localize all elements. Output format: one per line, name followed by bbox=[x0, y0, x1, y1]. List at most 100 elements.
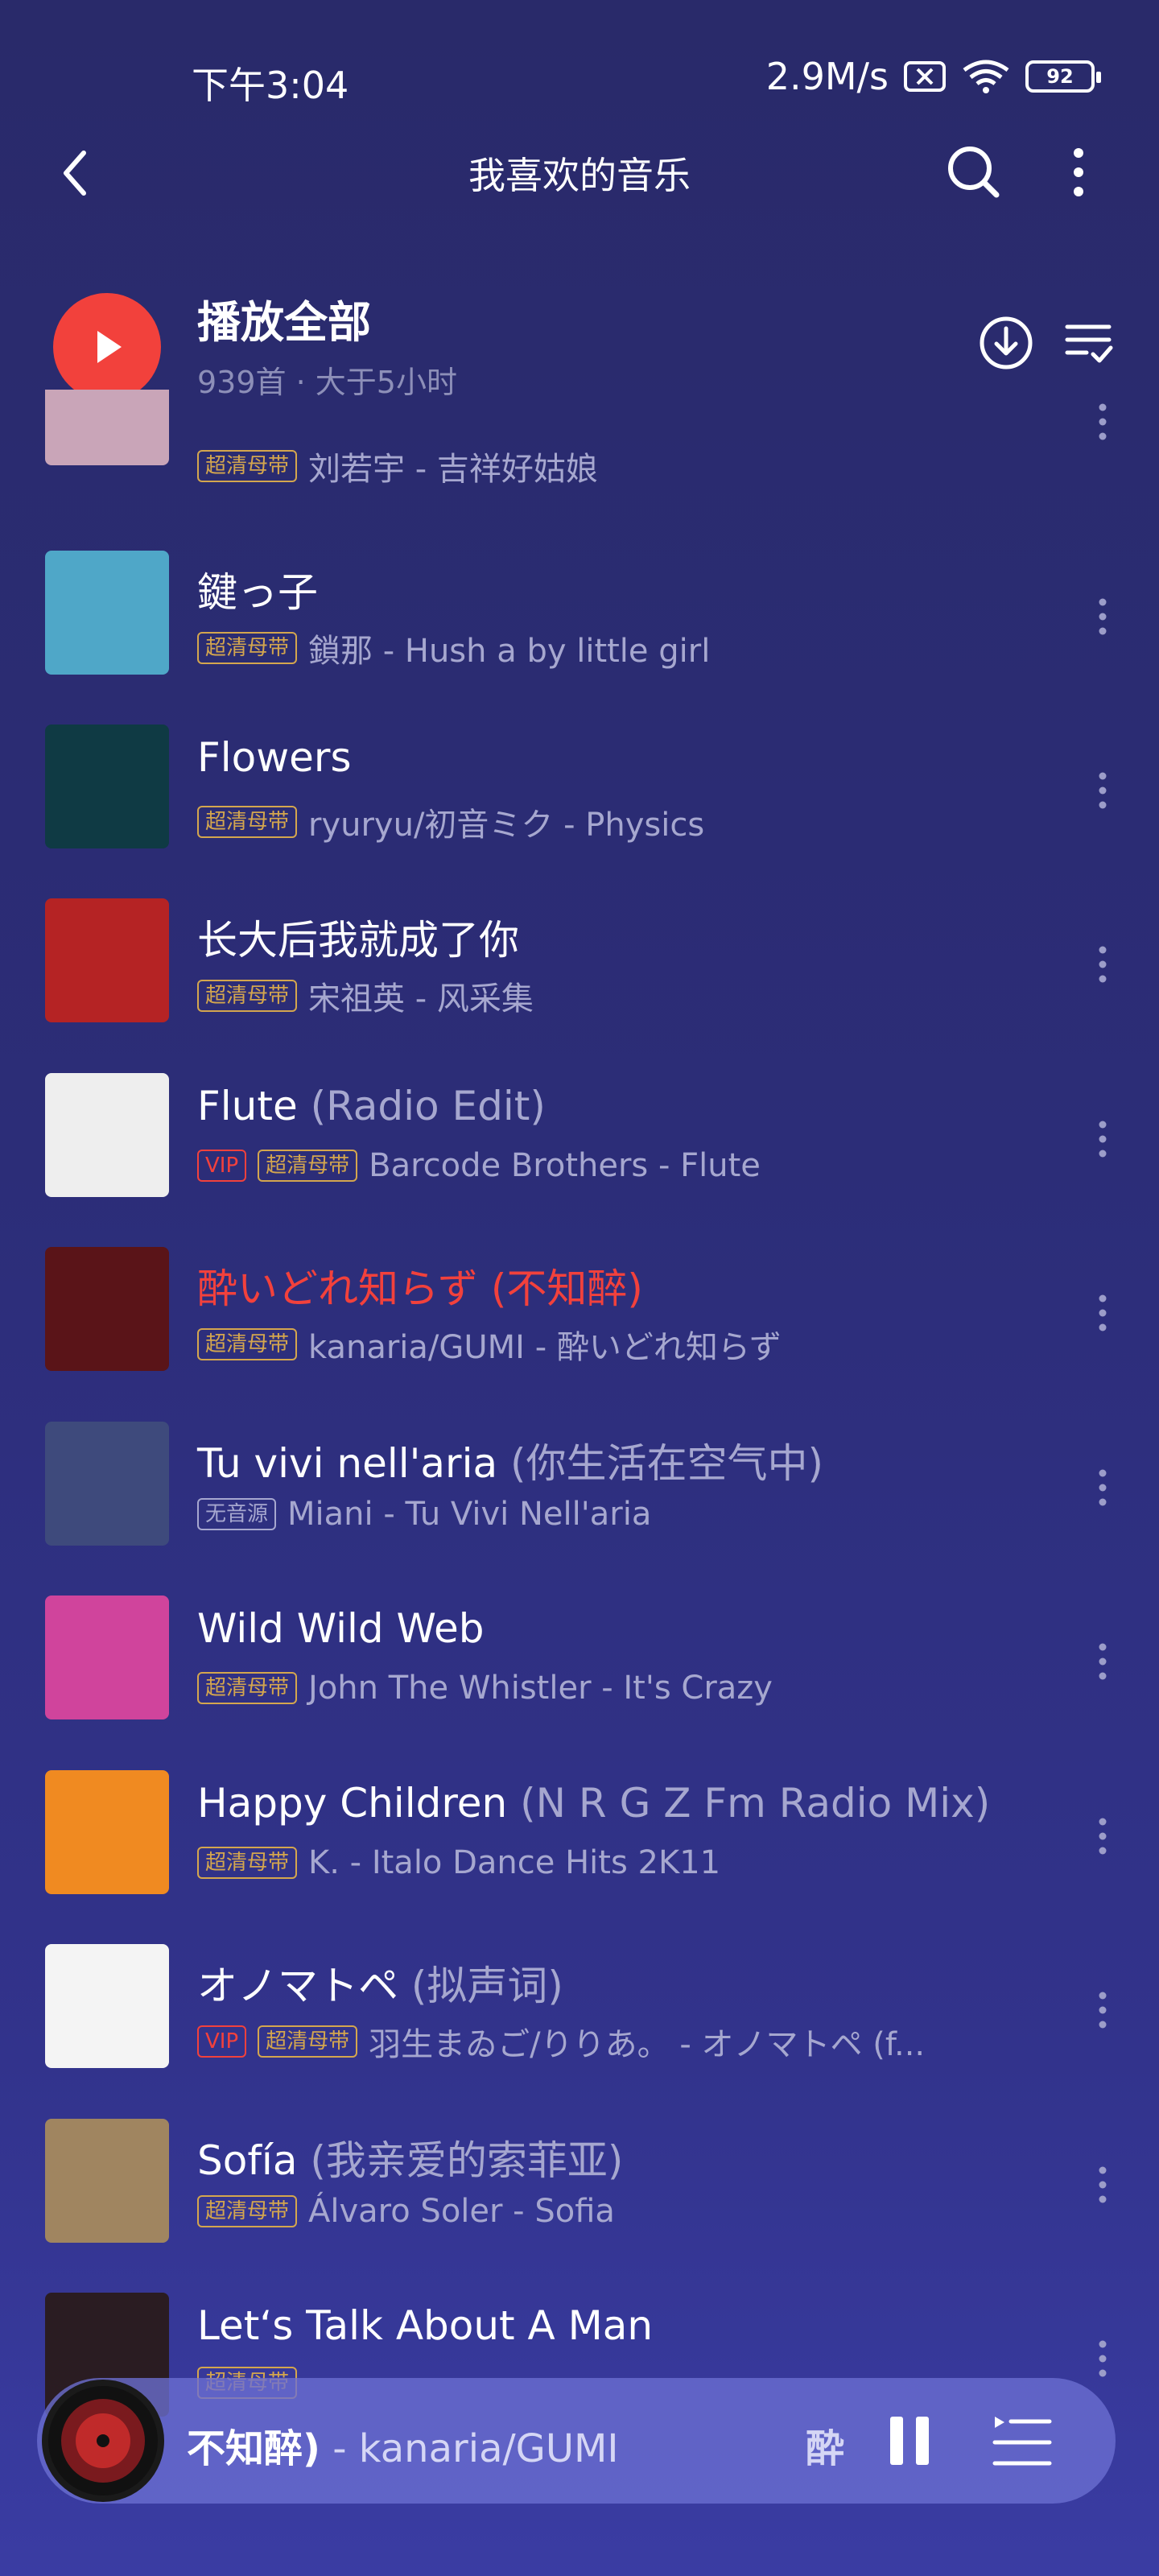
song-row[interactable]: Sofía (我亲爱的索菲亚) 超清母带 Álvaro Soler - Sofia bbox=[0, 2096, 1159, 2270]
song-meta: 超清母带 宋祖英 - 风采集 bbox=[197, 972, 534, 1019]
song-meta: 超清母带 John The Whistler - It's Crazy bbox=[197, 1670, 773, 1707]
quality-badge: 超清母带 bbox=[197, 450, 298, 482]
next-track-preview: 酔 bbox=[806, 2426, 845, 2471]
song-artist-album: 鎖那 - Hush a by little girl bbox=[308, 633, 711, 670]
album-cover bbox=[45, 898, 169, 1022]
now-playing-title: 不知醉) bbox=[187, 2426, 320, 2471]
song-row[interactable]: 酔いどれ知らず (不知醉) 超清母带 kanaria/GUMI - 酔いどれ知らず bbox=[0, 1224, 1159, 1398]
song-alias: (N R G Z Fm Radio Mix) bbox=[507, 1780, 991, 1827]
song-artist-album: John The Whistler - It's Crazy bbox=[308, 1670, 773, 1707]
song-row[interactable]: Wild Wild Web 超清母带 John The Whistler - It'… bbox=[0, 1573, 1159, 1747]
song-row[interactable]: 鍵っ子超清母带 鎖那 - Hush a by little girl bbox=[0, 528, 1159, 702]
no-source-badge: 无音源 bbox=[197, 1498, 277, 1530]
song-title: Flute (Radio Edit) bbox=[197, 1083, 546, 1129]
play-queue-icon[interactable] bbox=[992, 2413, 1053, 2471]
song-title: Let‘s Talk About A Man bbox=[197, 2302, 653, 2349]
song-more-icon[interactable] bbox=[1079, 1978, 1127, 2042]
song-artist-album: kanaria/GUMI - 酔いどれ知らず bbox=[308, 1329, 782, 1366]
song-title-text: Flute bbox=[197, 1083, 298, 1129]
song-meta: 超清母带 K. - Italo Dance Hits 2K11 bbox=[197, 1844, 720, 1881]
quality-badge: 超清母带 bbox=[197, 1328, 298, 1360]
song-title: オノマトペ (拟声词) bbox=[197, 1954, 563, 2012]
song-row[interactable]: オノマトペ (拟声词) VIP 超清母带 羽生まゐご/りりあ。 - オノマトペ (f.… bbox=[0, 1922, 1159, 2095]
song-alias: (不知醉) bbox=[478, 1265, 643, 1312]
song-meta: 超清母带 ryuryu/初音ミク - Physics bbox=[197, 799, 704, 845]
song-title: 鍵っ子 bbox=[197, 560, 318, 618]
song-title-text: Let‘s Talk About A Man bbox=[197, 2302, 654, 2349]
song-alias: (我亲爱的索菲亚) bbox=[297, 2137, 624, 2184]
song-meta: VIP 超清母带 Barcode Brothers - Flute bbox=[197, 1147, 761, 1184]
song-artist-album: Miani - Tu Vivi Nell'aria bbox=[287, 1496, 652, 1533]
song-more-icon[interactable] bbox=[1079, 758, 1127, 823]
song-more-icon[interactable] bbox=[1079, 1629, 1127, 1694]
song-meta: 超清母带 刘若宇 - 吉祥好姑娘 bbox=[197, 443, 598, 489]
quality-badge: 超清母带 bbox=[197, 632, 298, 664]
album-cover bbox=[45, 1944, 169, 2068]
song-title-text: 酔いどれ知らず bbox=[197, 1265, 478, 1312]
song-row[interactable]: Tu vivi nell'aria (你生活在空气中) 无音源 Miani - Tu… bbox=[0, 1399, 1159, 1573]
quality-badge: 超清母带 bbox=[258, 2025, 358, 2058]
song-more-icon[interactable] bbox=[1079, 1107, 1127, 1171]
quality-badge: 超清母带 bbox=[197, 1672, 298, 1704]
song-meta: 无音源 Miani - Tu Vivi Nell'aria bbox=[197, 1496, 651, 1533]
vip-badge: VIP bbox=[197, 1150, 247, 1182]
now-playing-cover[interactable] bbox=[42, 2380, 164, 2502]
song-more-icon[interactable] bbox=[1079, 1804, 1127, 1868]
song-artist-album: 宋祖英 - 风采集 bbox=[308, 980, 534, 1018]
song-list: 超清母带 刘若宇 - 吉祥好姑娘 鍵っ子 超清母带 鎖那 - Hush a by lit… bbox=[0, 0, 1159, 2576]
song-title-text: 长大后我就成了你 bbox=[197, 917, 519, 964]
song-title-text: Sofía bbox=[197, 2137, 298, 2184]
song-artist-album: 刘若宇 - 吉祥好姑娘 bbox=[308, 451, 598, 488]
song-meta: VIP 超清母带 羽生まゐご/りりあ。 - オノマトペ (f... bbox=[197, 2018, 925, 2065]
song-meta: 超清母带 kanaria/GUMI - 酔いどれ知らず bbox=[197, 1321, 782, 1368]
song-artist-album: 羽生まゐご/りりあ。 - オノマトペ (f... bbox=[369, 2026, 926, 2063]
song-row[interactable]: 超清母带 刘若宇 - 吉祥好姑娘 bbox=[0, 390, 1159, 502]
song-more-icon[interactable] bbox=[1079, 584, 1127, 649]
song-title: Flowers bbox=[197, 734, 352, 781]
song-title-text: Wild Wild Web bbox=[197, 1605, 485, 1652]
song-artist-album: Barcode Brothers - Flute bbox=[369, 1147, 761, 1184]
mini-player[interactable]: 不知醉) - kanaria/GUMI 酔 bbox=[37, 2378, 1116, 2504]
song-title: 酔いどれ知らず (不知醉) bbox=[197, 1257, 643, 1315]
pause-icon[interactable] bbox=[882, 2413, 937, 2468]
album-cover bbox=[45, 724, 169, 848]
song-alias: (拟声词) bbox=[398, 1963, 563, 2009]
song-artist-album: ryuryu/初音ミク - Physics bbox=[308, 807, 705, 844]
quality-badge: 超清母带 bbox=[197, 980, 298, 1012]
song-title-text: Happy Children bbox=[197, 1780, 508, 1827]
song-alias: (Radio Edit) bbox=[297, 1083, 546, 1129]
song-row[interactable]: Flowers 超清母带 ryuryu/初音ミク - Physics bbox=[0, 702, 1159, 876]
vip-badge: VIP bbox=[197, 2025, 247, 2058]
song-alias: (你生活在空气中) bbox=[497, 1440, 824, 1487]
song-title: Wild Wild Web bbox=[197, 1605, 485, 1652]
song-row[interactable]: 长大后我就成了你 超清母带 宋祖英 - 风采集 bbox=[0, 876, 1159, 1050]
quality-badge: 超清母带 bbox=[258, 1150, 358, 1182]
album-cover bbox=[45, 551, 169, 675]
song-more-icon[interactable] bbox=[1079, 932, 1127, 997]
song-title: 长大后我就成了你 bbox=[197, 908, 519, 966]
album-cover bbox=[45, 1596, 169, 1719]
song-more-icon[interactable] bbox=[1079, 2326, 1127, 2391]
song-title-text: 鍵っ子 bbox=[197, 569, 318, 616]
song-title-text: Tu vivi nell'aria bbox=[197, 1440, 498, 1487]
song-more-icon[interactable] bbox=[1079, 1281, 1127, 1345]
song-more-icon[interactable] bbox=[1079, 390, 1127, 454]
song-more-icon[interactable] bbox=[1079, 2153, 1127, 2217]
album-cover bbox=[45, 1770, 169, 1894]
song-title: Happy Children (N R G Z Fm Radio Mix) bbox=[197, 1780, 990, 1827]
album-cover bbox=[45, 1247, 169, 1371]
album-cover bbox=[45, 1073, 169, 1197]
album-cover bbox=[45, 2119, 169, 2243]
quality-badge: 超清母带 bbox=[197, 2195, 298, 2227]
song-row[interactable]: Flute (Radio Edit) VIP 超清母带 Barcode Brother… bbox=[0, 1051, 1159, 1224]
song-artist-album: Álvaro Soler - Sofia bbox=[308, 2193, 615, 2230]
song-title: Sofía (我亲爱的索菲亚) bbox=[197, 2128, 623, 2186]
song-more-icon[interactable] bbox=[1079, 1455, 1127, 1520]
album-cover bbox=[45, 390, 169, 465]
song-row[interactable]: Happy Children (N R G Z Fm Radio Mix) 超清母… bbox=[0, 1748, 1159, 1922]
quality-badge: 超清母带 bbox=[197, 806, 298, 838]
song-artist-album: K. - Italo Dance Hits 2K11 bbox=[308, 1844, 721, 1881]
song-meta: 超清母带 Álvaro Soler - Sofia bbox=[197, 2193, 615, 2230]
song-meta: 超清母带 鎖那 - Hush a by little girl bbox=[197, 625, 710, 671]
now-playing-info[interactable]: 不知醉) - kanaria/GUMI bbox=[187, 2417, 619, 2473]
